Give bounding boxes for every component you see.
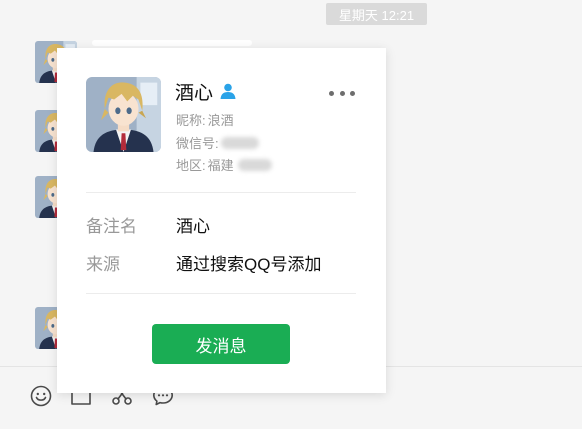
source-value: 通过搜索QQ号添加 — [176, 255, 322, 274]
message-bubble[interactable] — [92, 40, 252, 46]
source-label: 来源 — [86, 255, 120, 274]
remark-value[interactable]: 酒心 — [176, 212, 210, 237]
nickname-label: 昵称: — [176, 113, 206, 128]
remark-label: 备注名 — [86, 217, 137, 236]
divider — [86, 293, 356, 294]
wechat-id-line: 微信号: — [176, 133, 259, 152]
profile-avatar[interactable] — [86, 77, 161, 152]
divider — [86, 192, 356, 193]
profile-name: 酒心 — [175, 82, 214, 104]
more-dots-icon[interactable] — [329, 84, 355, 102]
emoji-icon[interactable] — [29, 384, 53, 408]
profile-card: 酒心 昵称: 浪酒 微信号: 地区: 福建 备注名 酒心 来源 通过搜索QQ号添… — [57, 48, 386, 393]
region-value: 福建 — [207, 158, 234, 173]
wechat-id-redacted — [220, 136, 259, 149]
send-message-button[interactable]: 发消息 — [152, 324, 290, 364]
person-icon — [219, 82, 237, 100]
chat-timestamp: 星期天 12:21 — [326, 3, 427, 25]
nickname-value: 浪酒 — [207, 113, 234, 128]
profile-name-row: 酒心 — [175, 79, 237, 104]
wechat-id-label: 微信号: — [176, 136, 219, 151]
region-redacted — [237, 158, 272, 171]
region-label: 地区: — [176, 158, 206, 173]
region-line: 地区: 福建 — [176, 155, 272, 174]
nickname-line: 昵称: 浪酒 — [176, 110, 234, 129]
